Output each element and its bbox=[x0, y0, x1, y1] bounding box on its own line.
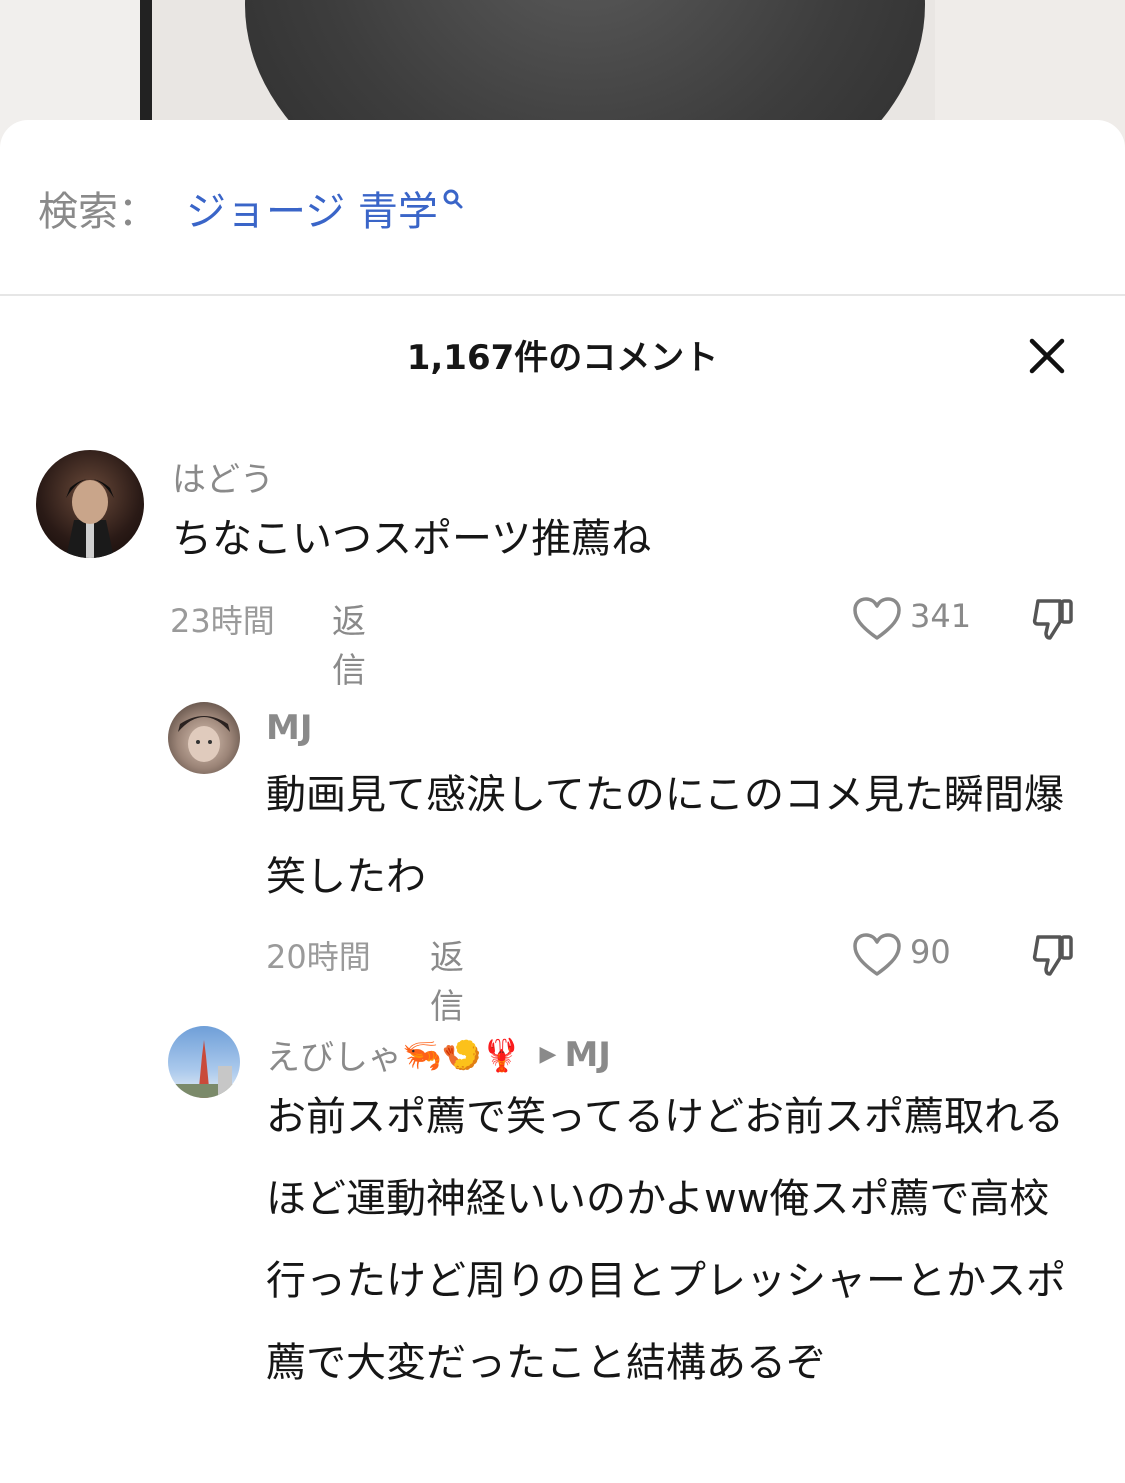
comments-sheet: 検索： ジョージ 青学 1,167件のコメント はどう ちなこいつスポーツ推薦ね… bbox=[0, 120, 1125, 1483]
divider bbox=[0, 294, 1125, 296]
comment-username[interactable]: MJ bbox=[266, 708, 312, 748]
heart-icon[interactable] bbox=[852, 596, 902, 642]
search-term-link[interactable]: ジョージ 青学 bbox=[186, 179, 438, 237]
search-suggestion[interactable]: 検索： ジョージ 青学 bbox=[38, 180, 464, 236]
heart-icon[interactable] bbox=[852, 932, 902, 978]
reply-button[interactable]: 返信 bbox=[332, 594, 366, 692]
play-icon: ▶ bbox=[539, 1042, 557, 1067]
username-emoji: 🦐🍤🦞 bbox=[402, 1035, 522, 1074]
comment-text: お前スポ薦で笑ってるけどお前スポ薦取れるほど運動神経いいのかよww俺スポ薦で高校… bbox=[266, 1094, 1066, 1386]
like-count: 341 bbox=[910, 597, 972, 635]
comment-time: 20時間 bbox=[266, 938, 371, 976]
comment-username[interactable]: はどう bbox=[172, 452, 274, 501]
avatar[interactable] bbox=[168, 702, 240, 774]
search-icon bbox=[443, 189, 463, 209]
dislike-icon[interactable] bbox=[1030, 932, 1076, 978]
avatar[interactable] bbox=[36, 450, 144, 558]
comment-time: 23時間 bbox=[170, 602, 275, 640]
reply-button[interactable]: 返信 bbox=[430, 930, 464, 1028]
close-icon[interactable] bbox=[1026, 335, 1068, 377]
comment-username[interactable]: えびしゃ bbox=[266, 1030, 402, 1079]
dislike-icon[interactable] bbox=[1030, 596, 1076, 642]
reply-to-username[interactable]: MJ bbox=[564, 1035, 610, 1075]
avatar[interactable] bbox=[168, 1026, 240, 1098]
like-count: 90 bbox=[910, 933, 951, 971]
comments-count-title: 1,167件のコメント bbox=[406, 338, 719, 378]
comment-text: 動画見て感涙してたのにこのコメ見た瞬間爆笑したわ bbox=[266, 772, 1064, 900]
comment-text: ちなこいつスポーツ推薦ね bbox=[172, 516, 652, 562]
comment-username-row: えびしゃ 🦐🍤🦞 ▶ MJ bbox=[266, 1030, 611, 1079]
search-prefix: 検索： bbox=[38, 189, 158, 235]
